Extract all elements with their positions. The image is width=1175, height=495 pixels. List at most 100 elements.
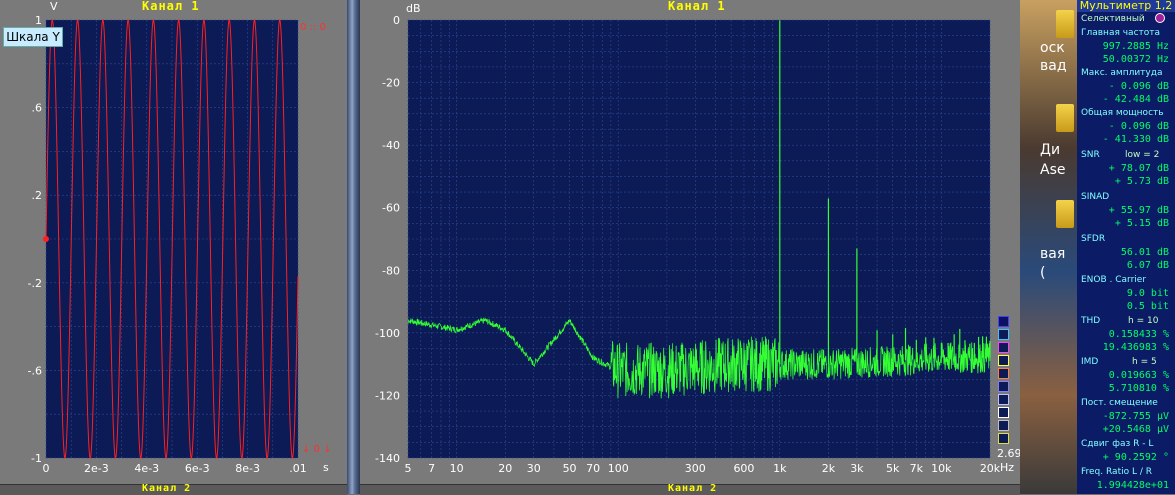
dc-offset-label: Пост. смещение xyxy=(1081,398,1158,408)
legend-swatch[interactable] xyxy=(998,420,1009,431)
sfdr-2: 6.07 dB xyxy=(1126,260,1169,271)
meter-mode[interactable]: Селективный xyxy=(1081,14,1145,24)
legend-swatch[interactable] xyxy=(998,316,1009,327)
main-freq-1: 997.2885 Hz xyxy=(1102,41,1169,52)
total-power-2: - 41.330 dB xyxy=(1102,134,1169,145)
scale-y-button[interactable]: Шкала Y xyxy=(3,27,63,47)
phase-1: + 90.2592 ° xyxy=(1102,452,1169,463)
mode-indicator-icon[interactable] xyxy=(1155,13,1165,23)
legend-swatch[interactable] xyxy=(998,394,1009,405)
dc-offset-2: +20.5468 µV xyxy=(1102,424,1169,435)
sinad-label: SINAD xyxy=(1081,192,1110,202)
spectrum-y-tick-label: -60 xyxy=(382,202,400,215)
enob-2: 0.5 bit xyxy=(1126,301,1169,312)
spectrum-x-tick-label: 20k xyxy=(980,462,1001,475)
spectrum-x-tick-label: 100 xyxy=(608,462,629,475)
imd-harmonics[interactable]: h = 5 xyxy=(1132,357,1157,367)
osc-x-unit: s xyxy=(323,461,329,474)
thd-label: THD xyxy=(1081,316,1101,326)
snr-1: + 78.07 dB xyxy=(1108,163,1169,174)
sinad-1: + 55.97 dB xyxy=(1108,205,1169,216)
sinad-2: + 5.15 dB xyxy=(1114,218,1169,229)
phase-label: Сдвиг фаз R - L xyxy=(1081,439,1154,449)
folder-icon[interactable] xyxy=(1056,10,1074,38)
spectrum-y-tick-label: -100 xyxy=(375,327,400,340)
legend-swatch[interactable] xyxy=(998,381,1009,392)
spectrum-y-tick-label: -140 xyxy=(375,452,400,465)
multimeter-title[interactable]: Мультиметр 1,2 xyxy=(1077,0,1175,12)
osc-y-tick-label: 1 xyxy=(35,14,42,27)
osc-y-tick-label: -.2 xyxy=(28,277,42,290)
freq-ratio-1: 1.994428e+01 xyxy=(1096,480,1169,491)
legend-swatch[interactable] xyxy=(998,433,1009,444)
folder-icon[interactable] xyxy=(1056,200,1074,228)
osc-marker-bottom[interactable]: ↓ 0 ↓ xyxy=(302,444,331,455)
snr-label: SNR xyxy=(1081,150,1100,160)
spectrum-y-tick-label: -20 xyxy=(382,77,400,90)
spectrum-corner-value: 2.691 xyxy=(997,447,1020,460)
spectrum-y-tick-label: 0 xyxy=(393,14,400,27)
osc-x-tick-label: .01 xyxy=(289,462,307,475)
osc-x-tick-label: 4e-3 xyxy=(134,462,159,475)
spectrum-x-tick-label: 3k xyxy=(850,462,864,475)
desktop-label-3: Ди xyxy=(1040,142,1061,158)
spectrum-x-tick-label: 1k xyxy=(773,462,787,475)
sfdr-1: 56.01 dB xyxy=(1120,247,1169,258)
total-power-1: - 0.096 dB xyxy=(1108,121,1169,132)
legend-swatch[interactable] xyxy=(998,368,1009,379)
spectrum-x-tick-label: 10k xyxy=(931,462,952,475)
osc-x-tick-label: 8e-3 xyxy=(235,462,260,475)
spectrum-x-tick-label: 600 xyxy=(733,462,754,475)
desktop-label-4: Ase xyxy=(1040,162,1066,178)
enob-label: ENOB . Carrier xyxy=(1081,275,1147,285)
osc-y-unit: V xyxy=(50,0,58,13)
legend-swatch[interactable] xyxy=(998,407,1009,418)
thd-2: 19.436983 % xyxy=(1102,342,1169,353)
dc-offset-1: -872.755 µV xyxy=(1102,411,1169,422)
spectrum-x-tick-label: 70 xyxy=(586,462,600,475)
legend-swatch[interactable] xyxy=(998,355,1009,366)
snr-2: + 5.73 dB xyxy=(1114,176,1169,187)
imd-1: 0.019663 % xyxy=(1108,370,1169,381)
osc-y-tick-label: .6 xyxy=(32,102,43,115)
osc-y-tick-label: -1 xyxy=(31,452,42,465)
osc-y-tick-label: -.6 xyxy=(28,364,42,377)
osc-marker-top[interactable]: 0 :: 0 xyxy=(300,22,326,33)
spectrum-y-tick-label: -40 xyxy=(382,139,400,152)
desktop-label-5: вая xyxy=(1040,246,1066,262)
max-amp-2: - 42.484 dB xyxy=(1102,94,1169,105)
enob-1: 9.0 bit xyxy=(1126,288,1169,299)
osc-x-tick-label: 2e-3 xyxy=(84,462,109,475)
spectrum-plot-area xyxy=(408,20,990,458)
max-amp-1: - 0.096 dB xyxy=(1108,81,1169,92)
main-freq-2: 50.00372 Hz xyxy=(1102,54,1169,65)
spectrum-x-tick-label: 300 xyxy=(685,462,706,475)
max-amp-label: Макс. амплитуда xyxy=(1081,68,1163,78)
spectrum-x-tick-label: 50 xyxy=(563,462,577,475)
spectrum-y-tick-label: -120 xyxy=(375,389,400,402)
osc-y-tick-label: .2 xyxy=(32,189,43,202)
left-channel2-title: Канал 2 xyxy=(142,483,192,494)
legend-swatch[interactable] xyxy=(998,342,1009,353)
main-freq-label: Главная частота xyxy=(1081,28,1161,38)
folder-icon[interactable] xyxy=(1056,104,1074,132)
panel-splitter[interactable] xyxy=(347,0,360,494)
snr-low[interactable]: low = 2 xyxy=(1125,150,1159,160)
osc-trigger-marker[interactable] xyxy=(43,236,49,242)
spectrum-y-unit: dB xyxy=(406,2,421,15)
thd-1: 0.158433 % xyxy=(1108,329,1169,340)
spectrum-x-tick-label: 30 xyxy=(527,462,541,475)
thd-harmonics[interactable]: h = 10 xyxy=(1128,316,1158,326)
spectrum-x-tick-label: 10 xyxy=(450,462,464,475)
spectrum-x-tick-label: 7 xyxy=(428,462,435,475)
oscilloscope-chart[interactable]: V s 0 :: 0 ↓ 0 ↓ 1.6.2-.2-.6-1 0 2e-3 4e-3… xyxy=(0,0,347,484)
desktop-label-1: оск xyxy=(1040,40,1065,56)
freq-ratio-label: Freq. Ratio L / R xyxy=(1081,467,1152,477)
spectrum-chart[interactable]: dB Hz 2.691 0 -20 -40 -60 -80 -100 -120 -140 5 7… xyxy=(360,0,1020,484)
imd-2: 5.710810 % xyxy=(1108,383,1169,394)
spectrum-x-tick-label: 5k xyxy=(886,462,900,475)
legend-swatch[interactable] xyxy=(998,329,1009,340)
desktop-label-2: вад xyxy=(1040,58,1067,74)
spectrum-x-unit: Hz xyxy=(1000,461,1014,474)
spectrum-y-tick-label: -80 xyxy=(382,264,400,277)
